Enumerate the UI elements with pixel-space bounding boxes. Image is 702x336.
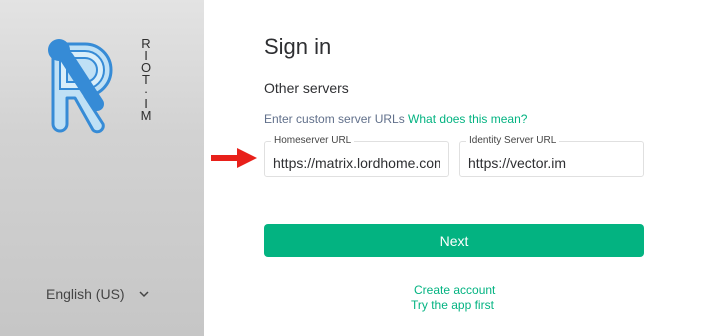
chevron-down-icon: [139, 291, 149, 298]
language-selector[interactable]: English (US): [46, 286, 149, 302]
what-does-this-mean-link[interactable]: What does this mean?: [408, 112, 527, 126]
identity-server-field[interactable]: Identity Server URL: [459, 135, 644, 177]
left-panel: R I O T · I M English (US): [0, 0, 204, 336]
page-title: Sign in: [264, 34, 332, 59]
try-app-link[interactable]: Try the app first: [411, 298, 494, 312]
red-arrow-icon: [211, 148, 257, 168]
riot-wordmark: R I O T · I M: [138, 37, 154, 123]
server-hint: Enter custom server URLs What does this …: [264, 112, 527, 126]
homeserver-field[interactable]: Homeserver URL: [264, 135, 449, 177]
hint-text: Enter custom server URLs: [264, 112, 409, 126]
section-title: Other servers: [264, 80, 349, 96]
language-label: English (US): [46, 286, 125, 302]
create-account-link[interactable]: Create account: [414, 283, 495, 297]
homeserver-input[interactable]: [265, 142, 448, 176]
wordmark-letter: M: [140, 108, 152, 123]
riot-logo-icon: [48, 39, 113, 134]
next-button[interactable]: Next: [264, 224, 644, 257]
identity-server-input[interactable]: [460, 142, 643, 176]
